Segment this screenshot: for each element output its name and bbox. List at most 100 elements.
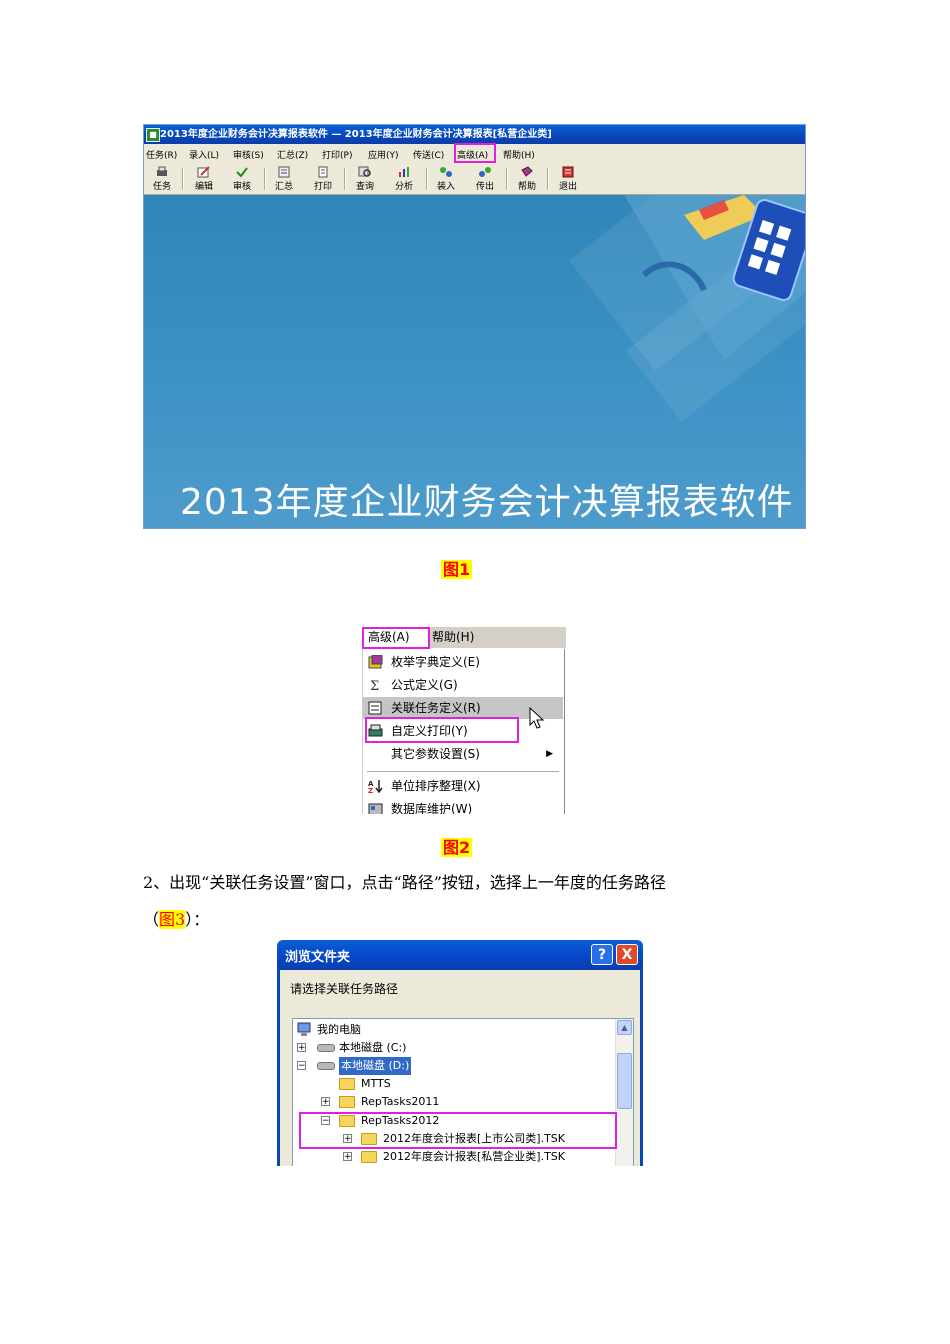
- window-titlebar: ■ 2013年度企业财务会计决算报表软件 — 2013年度企业财务会计决算报表[…: [144, 125, 805, 144]
- figure-caption-1: 图1: [441, 560, 473, 579]
- printer-icon: [157, 166, 167, 176]
- drive-icon: [317, 1062, 335, 1070]
- expand-plus-icon[interactable]: +: [321, 1097, 330, 1107]
- exit-icon: [562, 166, 574, 178]
- instruction-line-2: （图3）：: [143, 910, 209, 930]
- toolbar-exit-button[interactable]: 退出: [550, 166, 586, 192]
- svg-text:Σ: Σ: [370, 679, 379, 692]
- expand-plus-icon[interactable]: +: [343, 1152, 352, 1162]
- formula-icon: Σ: [370, 679, 379, 692]
- toolbar-query-button[interactable]: 查询: [347, 166, 383, 192]
- edit-icon: [197, 166, 210, 178]
- toolbar-separator: [344, 168, 346, 190]
- document-icon: [318, 166, 328, 178]
- menu-item-label: 关联任务定义(R): [391, 701, 481, 715]
- toolbar-edit-button[interactable]: 编辑: [186, 166, 222, 192]
- toolbar-label: 装入: [436, 182, 455, 192]
- splash-title: 2013年度企业财务会计决算报表软件: [180, 482, 794, 523]
- tree-item-label: 本地磁盘 (D:): [339, 1057, 412, 1075]
- scroll-up-icon[interactable]: ▲: [617, 1020, 632, 1035]
- menu-transfer[interactable]: 传送(C): [413, 148, 444, 161]
- menu-task[interactable]: 任务(R): [146, 148, 177, 161]
- tree-item-label: MTTS: [361, 1077, 391, 1090]
- toolbar-label: 审核: [232, 182, 251, 192]
- menu-separator: [367, 771, 559, 772]
- menu-item-label: 公式定义(G): [391, 678, 458, 692]
- toolbar-summary-button[interactable]: 汇总: [266, 166, 302, 192]
- close-button[interactable]: X: [616, 944, 638, 965]
- menu-item-unit-sort[interactable]: AZ 单位排序整理(X): [363, 775, 563, 797]
- app-window-screenshot: ■ 2013年度企业财务会计决算报表软件 — 2013年度企业财务会计决算报表[…: [143, 124, 806, 529]
- dialog-title: 浏览文件夹: [285, 950, 351, 965]
- dialog-prompt: 请选择关联任务路径: [290, 982, 399, 996]
- tree-item-label: 2012年度会计报表[私营企业类].TSK: [383, 1150, 565, 1163]
- menu-help[interactable]: 帮助(H): [503, 148, 535, 161]
- toolbar-export-button[interactable]: 传出: [467, 166, 503, 192]
- toolbar-print-button[interactable]: 打印: [305, 166, 341, 192]
- linked-task-icon: [368, 701, 382, 715]
- toolbar-separator: [182, 168, 184, 190]
- toolbar-task-button[interactable]: 任务: [144, 166, 180, 192]
- menu-summary[interactable]: 汇总(Z): [277, 148, 308, 161]
- menu-item-formula-definition[interactable]: Σ 公式定义(G): [363, 674, 563, 696]
- database-icon: [368, 803, 383, 814]
- browse-folder-dialog: 浏览文件夹 ? X 请选择关联任务路径 我的电脑 + 本地磁盘 (C:) − 本…: [277, 940, 643, 1166]
- menu-audit[interactable]: 审核(S): [233, 148, 264, 161]
- menu-item-enum-dictionary[interactable]: 枚举字典定义(E): [363, 651, 563, 673]
- instruction-line-1: 2、出现“关联任务设置”窗口，点击“路径”按钮，选择上一年度的任务路径: [143, 873, 666, 892]
- toolbar-label: 传出: [475, 182, 494, 192]
- figure-reference-3: 图3: [159, 910, 186, 929]
- menu-item-label: 枚举字典定义(E): [391, 655, 480, 669]
- toolbar-audit-button[interactable]: 审核: [224, 166, 260, 192]
- dialog-titlebar: 浏览文件夹 ? X: [277, 940, 643, 970]
- sort-az-icon: AZ: [368, 780, 383, 793]
- menu-item-db-maintenance[interactable]: 数据库维护(W): [363, 798, 563, 814]
- highlight-box-advanced: [362, 627, 430, 649]
- toolbar-label: 查询: [355, 182, 374, 192]
- menu-item-label: 单位排序整理(X): [391, 779, 481, 793]
- menu-help[interactable]: 帮助(H): [432, 627, 474, 648]
- tree-scrollbar[interactable]: ▲: [615, 1019, 633, 1166]
- scroll-thumb[interactable]: [617, 1053, 632, 1109]
- dictionary-icon: [368, 655, 383, 669]
- mouse-cursor-icon: [529, 707, 545, 729]
- splash-background: 2013年度企业财务会计决算报表软件: [144, 195, 805, 528]
- tree-item-label: 我的电脑: [317, 1023, 361, 1036]
- highlight-box-advanced: [454, 143, 496, 163]
- menu-print[interactable]: 打印(P): [322, 148, 352, 161]
- svg-text:Z: Z: [368, 787, 373, 793]
- drive-icon: [317, 1044, 335, 1052]
- bar-chart-icon: [399, 167, 409, 177]
- menu-input[interactable]: 录入(L): [189, 148, 219, 161]
- help-button[interactable]: ?: [591, 944, 613, 965]
- import-icon: [440, 167, 452, 177]
- checkmark-icon: [236, 167, 248, 178]
- advanced-menu-screenshot: 高级(A) 帮助(H) 枚举字典定义(E) Σ 公式定义(G) 关联任务定义(R…: [362, 627, 566, 814]
- export-icon: [479, 167, 491, 177]
- menu-apply[interactable]: 应用(Y): [368, 148, 399, 161]
- toolbar-label: 分析: [394, 182, 413, 192]
- toolbar-label: 退出: [558, 182, 577, 192]
- menu-item-other-params[interactable]: 其它参数设置(S) ▶: [363, 743, 563, 765]
- tree-item-label: RepTasks2011: [361, 1095, 440, 1108]
- folder-icon: [339, 1096, 355, 1108]
- advanced-dropdown: 枚举字典定义(E) Σ 公式定义(G) 关联任务定义(R) 自定义打印(Y) 其…: [362, 649, 565, 814]
- toolbar-label: 编辑: [194, 182, 213, 192]
- paren-open: （: [143, 910, 160, 929]
- paren-close: ）：: [185, 910, 210, 929]
- highlight-box-reptasks2012: [299, 1112, 617, 1149]
- toolbar-label: 汇总: [274, 182, 293, 192]
- toolbar-import-button[interactable]: 装入: [428, 166, 464, 192]
- expand-plus-icon[interactable]: +: [297, 1043, 306, 1053]
- tree-item-label: 本地磁盘 (C:): [339, 1041, 407, 1054]
- toolbar-help-button[interactable]: 帮助: [509, 166, 545, 192]
- window-title: 2013年度企业财务会计决算报表软件 — 2013年度企业财务会计决算报表[私营…: [160, 129, 552, 140]
- toolbar-separator: [506, 168, 508, 190]
- toolbar-label: 帮助: [517, 182, 536, 192]
- help-book-icon: [521, 166, 533, 177]
- summary-icon: [278, 166, 290, 178]
- collapse-minus-icon[interactable]: −: [297, 1061, 306, 1071]
- menu-item-label: 数据库维护(W): [391, 802, 473, 814]
- folder-icon: [339, 1078, 355, 1090]
- toolbar-analysis-button[interactable]: 分析: [386, 166, 422, 192]
